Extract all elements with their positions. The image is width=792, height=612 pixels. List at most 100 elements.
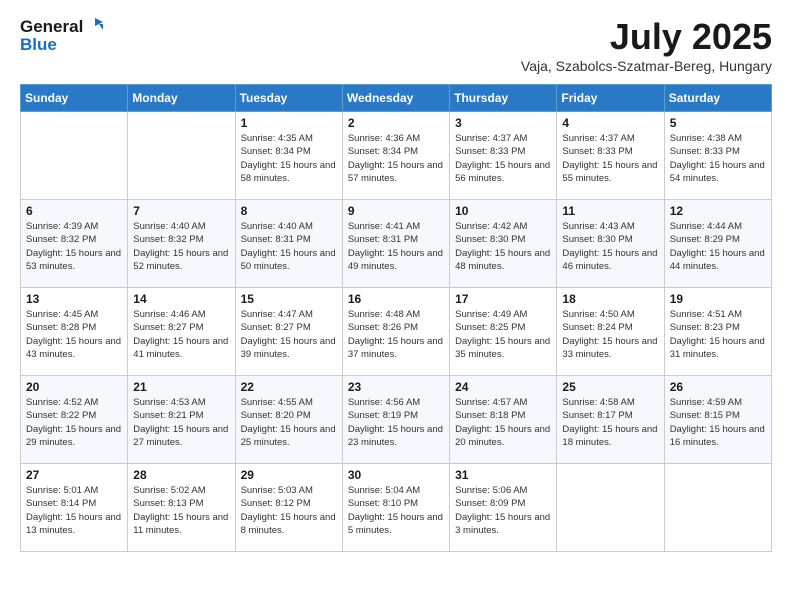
day-number: 4	[562, 116, 658, 130]
calendar-cell: 26Sunrise: 4:59 AM Sunset: 8:15 PM Dayli…	[664, 376, 771, 464]
weekday-header-thursday: Thursday	[450, 85, 557, 112]
day-info: Sunrise: 4:48 AM Sunset: 8:26 PM Dayligh…	[348, 308, 444, 361]
calendar-cell: 8Sunrise: 4:40 AM Sunset: 8:31 PM Daylig…	[235, 200, 342, 288]
day-number: 8	[241, 204, 337, 218]
weekday-header-friday: Friday	[557, 85, 664, 112]
logo: General Blue	[20, 16, 105, 53]
day-number: 23	[348, 380, 444, 394]
calendar-cell: 20 Sunrise: 4:52 AM Sunset: 8:22 PM Dayli…	[21, 376, 128, 464]
calendar-cell: 28Sunrise: 5:02 AM Sunset: 8:13 PM Dayli…	[128, 464, 235, 552]
day-info: Sunrise: 4:49 AM Sunset: 8:25 PM Dayligh…	[455, 308, 551, 361]
location-subtitle: Vaja, Szabolcs-Szatmar-Bereg, Hungary	[521, 58, 772, 74]
day-number: 19	[670, 292, 766, 306]
day-info: Sunrise: 4:41 AM Sunset: 8:31 PM Dayligh…	[348, 220, 444, 273]
day-number: 20	[26, 380, 122, 394]
calendar-cell: 30 Sunrise: 5:04 AM Sunset: 8:10 PM Dayli…	[342, 464, 449, 552]
calendar-cell: 11 Sunrise: 4:43 AM Sunset: 8:30 PM Dayli…	[557, 200, 664, 288]
day-info: Sunrise: 4:44 AM Sunset: 8:29 PM Dayligh…	[670, 220, 766, 273]
day-info: Sunrise: 4:38 AM Sunset: 8:33 PM Dayligh…	[670, 132, 766, 185]
calendar-cell	[128, 112, 235, 200]
calendar-cell: 24 Sunrise: 4:57 AM Sunset: 8:18 PM Dayli…	[450, 376, 557, 464]
logo-general: General	[20, 18, 83, 35]
day-number: 22	[241, 380, 337, 394]
calendar-cell: 17 Sunrise: 4:49 AM Sunset: 8:25 PM Dayli…	[450, 288, 557, 376]
calendar-cell: 18 Sunrise: 4:50 AM Sunset: 8:24 PM Dayli…	[557, 288, 664, 376]
day-number: 12	[670, 204, 766, 218]
day-number: 6	[26, 204, 122, 218]
week-row-2: 6Sunrise: 4:39 AM Sunset: 8:32 PM Daylig…	[21, 200, 772, 288]
weekday-header-sunday: Sunday	[21, 85, 128, 112]
calendar-cell: 31Sunrise: 5:06 AM Sunset: 8:09 PM Dayli…	[450, 464, 557, 552]
calendar-cell: 12 Sunrise: 4:44 AM Sunset: 8:29 PM Dayli…	[664, 200, 771, 288]
calendar-cell: 13Sunrise: 4:45 AM Sunset: 8:28 PM Dayli…	[21, 288, 128, 376]
day-number: 14	[133, 292, 229, 306]
week-row-4: 20 Sunrise: 4:52 AM Sunset: 8:22 PM Dayli…	[21, 376, 772, 464]
day-number: 24	[455, 380, 551, 394]
calendar-cell: 22 Sunrise: 4:55 AM Sunset: 8:20 PM Dayli…	[235, 376, 342, 464]
calendar-cell: 5Sunrise: 4:38 AM Sunset: 8:33 PM Daylig…	[664, 112, 771, 200]
calendar-cell: 21 Sunrise: 4:53 AM Sunset: 8:21 PM Dayli…	[128, 376, 235, 464]
calendar-cell: 4Sunrise: 4:37 AM Sunset: 8:33 PM Daylig…	[557, 112, 664, 200]
month-title: July 2025	[521, 16, 772, 58]
calendar-cell: 25Sunrise: 4:58 AM Sunset: 8:17 PM Dayli…	[557, 376, 664, 464]
day-number: 26	[670, 380, 766, 394]
day-number: 16	[348, 292, 444, 306]
day-info: Sunrise: 4:46 AM Sunset: 8:27 PM Dayligh…	[133, 308, 229, 361]
day-info: Sunrise: 4:51 AM Sunset: 8:23 PM Dayligh…	[670, 308, 766, 361]
calendar-cell: 6Sunrise: 4:39 AM Sunset: 8:32 PM Daylig…	[21, 200, 128, 288]
calendar-cell: 10Sunrise: 4:42 AM Sunset: 8:30 PM Dayli…	[450, 200, 557, 288]
day-info: Sunrise: 4:50 AM Sunset: 8:24 PM Dayligh…	[562, 308, 658, 361]
calendar-cell	[21, 112, 128, 200]
day-number: 27	[26, 468, 122, 482]
day-info: Sunrise: 4:58 AM Sunset: 8:17 PM Dayligh…	[562, 396, 658, 449]
calendar-cell: 7 Sunrise: 4:40 AM Sunset: 8:32 PM Daylig…	[128, 200, 235, 288]
day-info: Sunrise: 5:06 AM Sunset: 8:09 PM Dayligh…	[455, 484, 551, 537]
title-area: July 2025 Vaja, Szabolcs-Szatmar-Bereg, …	[521, 16, 772, 74]
day-info: Sunrise: 5:02 AM Sunset: 8:13 PM Dayligh…	[133, 484, 229, 537]
calendar-cell	[664, 464, 771, 552]
logo-svg: General Blue	[20, 16, 105, 53]
calendar-cell: 2Sunrise: 4:36 AM Sunset: 8:34 PM Daylig…	[342, 112, 449, 200]
calendar-cell: 16 Sunrise: 4:48 AM Sunset: 8:26 PM Dayli…	[342, 288, 449, 376]
day-number: 29	[241, 468, 337, 482]
calendar-table: SundayMondayTuesdayWednesdayThursdayFrid…	[20, 84, 772, 552]
weekday-header-saturday: Saturday	[664, 85, 771, 112]
day-info: Sunrise: 5:01 AM Sunset: 8:14 PM Dayligh…	[26, 484, 122, 537]
day-number: 3	[455, 116, 551, 130]
day-info: Sunrise: 4:57 AM Sunset: 8:18 PM Dayligh…	[455, 396, 551, 449]
day-info: Sunrise: 4:53 AM Sunset: 8:21 PM Dayligh…	[133, 396, 229, 449]
calendar-cell	[557, 464, 664, 552]
day-info: Sunrise: 4:43 AM Sunset: 8:30 PM Dayligh…	[562, 220, 658, 273]
weekday-header-wednesday: Wednesday	[342, 85, 449, 112]
day-info: Sunrise: 4:47 AM Sunset: 8:27 PM Dayligh…	[241, 308, 337, 361]
day-number: 13	[26, 292, 122, 306]
day-number: 30	[348, 468, 444, 482]
day-number: 18	[562, 292, 658, 306]
day-number: 11	[562, 204, 658, 218]
week-row-3: 13Sunrise: 4:45 AM Sunset: 8:28 PM Dayli…	[21, 288, 772, 376]
calendar-cell: 29 Sunrise: 5:03 AM Sunset: 8:12 PM Dayli…	[235, 464, 342, 552]
calendar-cell: 19 Sunrise: 4:51 AM Sunset: 8:23 PM Dayli…	[664, 288, 771, 376]
calendar-cell: 15Sunrise: 4:47 AM Sunset: 8:27 PM Dayli…	[235, 288, 342, 376]
day-info: Sunrise: 5:04 AM Sunset: 8:10 PM Dayligh…	[348, 484, 444, 537]
day-number: 9	[348, 204, 444, 218]
day-info: Sunrise: 4:40 AM Sunset: 8:32 PM Dayligh…	[133, 220, 229, 273]
day-number: 21	[133, 380, 229, 394]
week-row-1: 1Sunrise: 4:35 AM Sunset: 8:34 PM Daylig…	[21, 112, 772, 200]
calendar-cell: 23 Sunrise: 4:56 AM Sunset: 8:19 PM Dayli…	[342, 376, 449, 464]
day-info: Sunrise: 4:55 AM Sunset: 8:20 PM Dayligh…	[241, 396, 337, 449]
day-number: 1	[241, 116, 337, 130]
day-info: Sunrise: 5:03 AM Sunset: 8:12 PM Dayligh…	[241, 484, 337, 537]
week-row-5: 27 Sunrise: 5:01 AM Sunset: 8:14 PM Dayli…	[21, 464, 772, 552]
day-info: Sunrise: 4:56 AM Sunset: 8:19 PM Dayligh…	[348, 396, 444, 449]
calendar-cell: 1Sunrise: 4:35 AM Sunset: 8:34 PM Daylig…	[235, 112, 342, 200]
day-number: 7	[133, 204, 229, 218]
day-info: Sunrise: 4:52 AM Sunset: 8:22 PM Dayligh…	[26, 396, 122, 449]
calendar-cell: 9 Sunrise: 4:41 AM Sunset: 8:31 PM Daylig…	[342, 200, 449, 288]
day-number: 17	[455, 292, 551, 306]
weekday-header-tuesday: Tuesday	[235, 85, 342, 112]
calendar-cell: 14 Sunrise: 4:46 AM Sunset: 8:27 PM Dayli…	[128, 288, 235, 376]
calendar-cell: 3Sunrise: 4:37 AM Sunset: 8:33 PM Daylig…	[450, 112, 557, 200]
day-info: Sunrise: 4:42 AM Sunset: 8:30 PM Dayligh…	[455, 220, 551, 273]
logo-blue: Blue	[20, 36, 105, 53]
